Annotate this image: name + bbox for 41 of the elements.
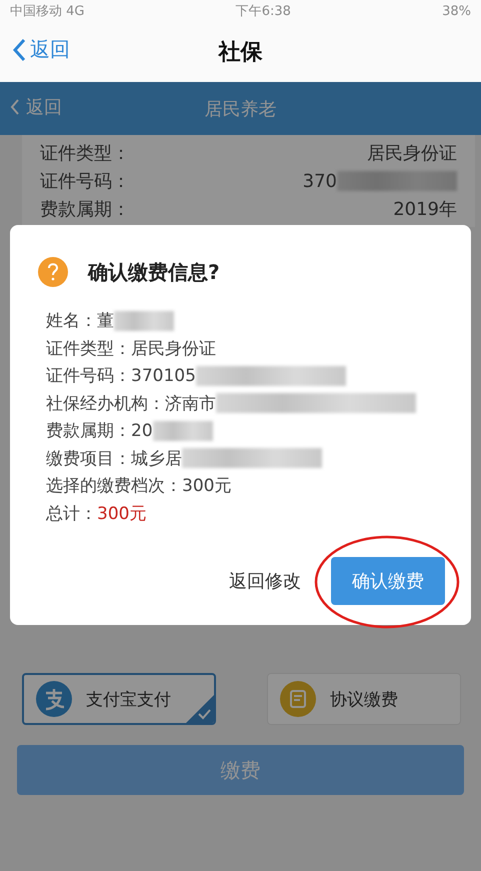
back-button[interactable]: 返回 (12, 36, 70, 63)
field-label: 缴费项目： (46, 448, 131, 470)
header-title: 居民养老 (204, 98, 276, 120)
field-label: 证件类型： (46, 338, 131, 360)
field-value: 居民身份证 (131, 338, 216, 360)
field-value: 城乡居 (131, 448, 182, 470)
chevron-left-icon (12, 38, 26, 62)
field-label: 证件号码： (46, 365, 131, 388)
field-label: 姓名： (46, 310, 97, 332)
question-icon (38, 257, 68, 287)
field-value: 董 (97, 310, 114, 332)
field-value: 20 (131, 420, 153, 441)
checkmark-icon (186, 695, 214, 723)
dialog-title: 确认缴费信息? (88, 258, 220, 286)
field-label: 费款属期： (46, 420, 131, 442)
carrier-text: 中国移动 4G (10, 3, 84, 20)
field-value: 370105 (131, 366, 196, 386)
chevron-left-icon (10, 98, 20, 116)
field-value: 300元 (182, 475, 232, 498)
field-label: 社保经办机构： (46, 392, 165, 415)
alipay-icon (36, 681, 72, 717)
field-value: 居民身份证 (367, 142, 457, 165)
field-value: 370 (302, 170, 337, 192)
field-label: 费款属期： (40, 198, 130, 221)
battery-text: 38% (442, 4, 471, 18)
pay-button[interactable]: 缴费 (17, 745, 464, 795)
confirm-button[interactable]: 确认缴费 (331, 557, 445, 605)
field-label: 证件类型： (40, 142, 130, 165)
clock-text: 下午6:38 (236, 3, 291, 20)
field-label: 证件号码： (40, 170, 130, 193)
back-button[interactable]: 返回 (10, 95, 62, 119)
page-title: 社保 (218, 39, 262, 67)
total-label: 总计： (46, 502, 97, 525)
payment-option[interactable]: 支付宝支付 (22, 673, 216, 725)
total-amount: 300元 (97, 502, 146, 525)
field-value: 2019年 (393, 198, 457, 221)
field-value: 济南市 (165, 392, 216, 415)
document-icon (280, 681, 316, 717)
cancel-button[interactable]: 返回修改 (229, 569, 301, 593)
field-label: 选择的缴费档次： (46, 475, 182, 498)
payment-option[interactable]: 协议缴费 (267, 673, 461, 725)
